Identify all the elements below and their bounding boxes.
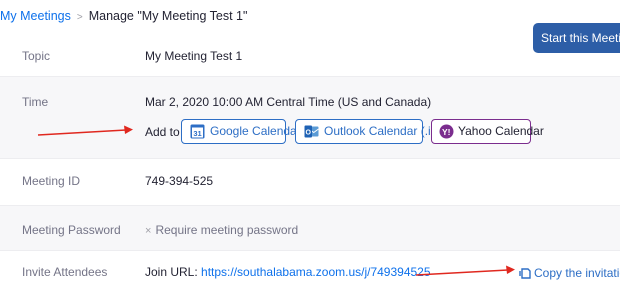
svg-text:O: O xyxy=(306,130,312,137)
topic-row: Topic My Meeting Test 1 xyxy=(0,36,620,77)
svg-text:Y!: Y! xyxy=(442,127,451,137)
outlook-calendar-label: Outlook Calendar (.ics) xyxy=(324,124,447,138)
red-arrow-annotation-time xyxy=(37,125,133,136)
password-disabled-icon: × xyxy=(145,225,152,237)
time-label: Time xyxy=(22,95,49,109)
copy-invitation-button[interactable]: Copy the invitation xyxy=(519,266,620,280)
meeting-id-label: Meeting ID xyxy=(22,174,81,188)
copy-invitation-label: Copy the invitation xyxy=(534,266,620,280)
meeting-password-row: Meeting Password × Require meeting passwo… xyxy=(0,206,620,251)
topic-value: My Meeting Test 1 xyxy=(145,49,243,63)
topic-label: Topic xyxy=(22,49,51,63)
breadcrumb-separator: > xyxy=(76,12,83,23)
google-calendar-label: Google Calendar xyxy=(210,124,301,138)
time-value: Mar 2, 2020 10:00 AM Central Time (US an… xyxy=(145,95,432,109)
breadcrumb-current: Manage "My Meeting Test 1" xyxy=(88,9,248,23)
add-to-label: Add to xyxy=(145,125,180,139)
meeting-password-text: Require meeting password xyxy=(155,223,299,237)
red-arrow-annotation-copy xyxy=(415,265,515,276)
meeting-password-value: × Require meeting password xyxy=(145,223,298,237)
breadcrumb: My Meetings > Manage "My Meeting Test 1" xyxy=(0,9,247,23)
meeting-id-value: 749-394-525 xyxy=(145,174,214,188)
yahoo-calendar-icon: Y! xyxy=(439,124,454,139)
google-calendar-icon: 31 xyxy=(190,124,205,139)
meeting-id-row: Meeting ID 749-394-525 xyxy=(0,159,620,206)
google-calendar-button[interactable]: 31 Google Calendar xyxy=(181,119,301,144)
outlook-calendar-button[interactable]: O Outlook Calendar (.ics) xyxy=(295,119,447,144)
outlook-calendar-icon: O xyxy=(304,125,319,138)
breadcrumb-my-meetings-link[interactable]: My Meetings xyxy=(0,9,71,23)
yahoo-calendar-button[interactable]: Y! Yahoo Calendar xyxy=(431,119,544,144)
copy-icon xyxy=(519,268,531,279)
google-calendar-icon-text: 31 xyxy=(193,129,201,138)
time-row: Time Mar 2, 2020 10:00 AM Central Time (… xyxy=(0,77,620,159)
yahoo-calendar-label: Yahoo Calendar xyxy=(458,124,544,138)
meeting-password-label: Meeting Password xyxy=(22,223,121,237)
